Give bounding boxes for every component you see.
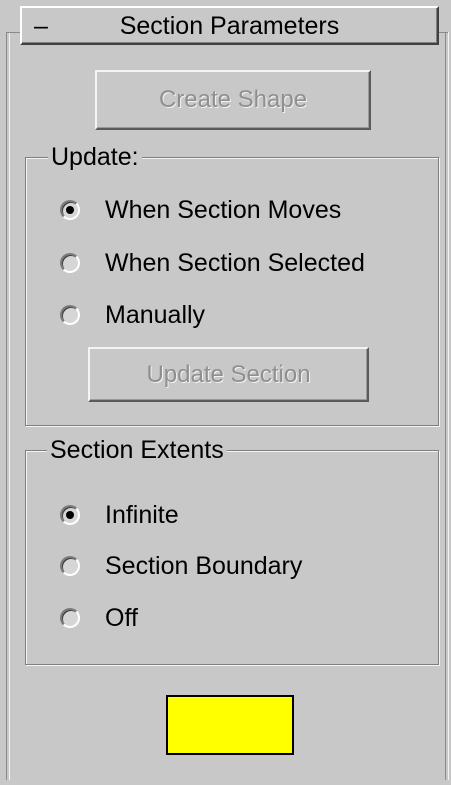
rollout-frame-left: [6, 32, 10, 780]
rollout-title: Section Parameters: [119, 12, 340, 40]
radio-selected-dot: [66, 511, 74, 519]
radio-label: Off: [105, 604, 138, 632]
radio-label: When Section Moves: [105, 196, 342, 224]
radio-button-icon[interactable]: [60, 305, 80, 325]
section-extents-group-label: Section Extents: [47, 436, 227, 464]
rollout-header-section-parameters[interactable]: – Section Parameters: [20, 6, 439, 45]
rollout-frame-tick: [438, 32, 448, 33]
rollout-frame-tick: [6, 32, 20, 33]
update-group-label: Update:: [48, 143, 142, 171]
radio-label: Infinite: [105, 501, 179, 529]
radio-label: Manually: [105, 301, 206, 329]
update-section-button[interactable]: Update Section: [88, 347, 369, 402]
radio-label: Section Boundary: [105, 552, 303, 580]
section-color-swatch[interactable]: [166, 695, 294, 755]
radio-button-icon[interactable]: [60, 200, 80, 220]
radio-button-icon[interactable]: [60, 253, 80, 273]
create-shape-button[interactable]: Create Shape: [95, 70, 371, 130]
radio-button-icon[interactable]: [60, 556, 80, 576]
radio-label: When Section Selected: [105, 249, 365, 277]
radio-selected-dot: [66, 206, 74, 214]
rollout-frame-right: [445, 32, 449, 780]
radio-button-icon[interactable]: [60, 608, 80, 628]
radio-button-icon[interactable]: [60, 505, 80, 525]
section-parameters-panel: – Section Parameters Create Shape Update…: [0, 0, 451, 785]
